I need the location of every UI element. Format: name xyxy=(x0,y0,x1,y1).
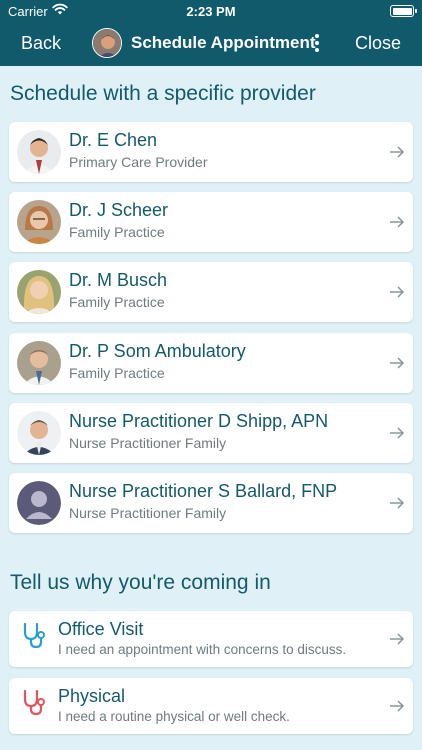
status-bar: Carrier 2:23 PM xyxy=(0,0,422,22)
reasons-section-title: Tell us why you're coming in xyxy=(10,571,271,594)
arrow-right-icon xyxy=(390,286,405,298)
page-title: Schedule Appointment xyxy=(131,33,316,52)
provider-card-busch[interactable]: Dr. M Busch Family Practice xyxy=(9,262,413,322)
reason-title: Physical xyxy=(58,686,126,706)
provider-specialty: Family Practice xyxy=(69,224,165,240)
reason-card-office-visit[interactable]: Office Visit I need an appointment with … xyxy=(9,611,413,667)
user-avatar[interactable] xyxy=(92,28,122,58)
reason-card-physical[interactable]: Physical I need a routine physical or we… xyxy=(9,678,413,734)
provider-card-chen[interactable]: Dr. E Chen Primary Care Provider xyxy=(9,122,413,182)
provider-specialty: Nurse Practitioner Family xyxy=(69,435,227,451)
provider-specialty: Family Practice xyxy=(69,365,165,381)
provider-name: Dr. J Scheer xyxy=(69,200,169,220)
provider-card-scheer[interactable]: Dr. J Scheer Family Practice xyxy=(9,192,413,252)
provider-name: Nurse Practitioner S Ballard, FNP xyxy=(69,481,338,501)
reason-description: I need an appointment with concerns to d… xyxy=(58,642,347,657)
more-options-icon[interactable] xyxy=(311,32,323,54)
stethoscope-icon xyxy=(23,622,45,649)
arrow-right-icon xyxy=(390,497,405,509)
provider-specialty: Family Practice xyxy=(69,294,165,310)
arrow-right-icon xyxy=(390,633,405,645)
provider-photo xyxy=(17,200,61,244)
battery-icon xyxy=(390,5,417,17)
provider-name: Dr. P Som Ambulatory xyxy=(69,341,246,361)
provider-name: Nurse Practitioner D Shipp, APN xyxy=(69,411,329,431)
arrow-right-icon xyxy=(390,216,405,228)
provider-card-som[interactable]: Dr. P Som Ambulatory Family Practice xyxy=(9,333,413,393)
provider-photo xyxy=(17,270,61,314)
provider-name: Dr. M Busch xyxy=(69,270,168,290)
stethoscope-icon xyxy=(23,689,45,716)
arrow-right-icon xyxy=(390,427,405,439)
user-photo-icon xyxy=(93,29,121,57)
close-button[interactable]: Close xyxy=(355,33,401,54)
app-header: Carrier 2:23 PM Back Schedule Appointmen… xyxy=(0,0,422,66)
reason-description: I need a routine physical or well check. xyxy=(58,709,290,724)
providers-section-title: Schedule with a specific provider xyxy=(10,82,316,105)
arrow-right-icon xyxy=(390,700,405,712)
arrow-right-icon xyxy=(390,357,405,369)
provider-photo xyxy=(17,341,61,385)
nav-bar: Back Schedule Appointment Close xyxy=(0,24,422,64)
provider-card-shipp[interactable]: Nurse Practitioner D Shipp, APN Nurse Pr… xyxy=(9,403,413,463)
provider-photo xyxy=(17,130,61,174)
back-button[interactable]: Back xyxy=(21,33,61,54)
status-time: 2:23 PM xyxy=(186,4,236,19)
provider-specialty: Primary Care Provider xyxy=(69,154,208,170)
provider-photo xyxy=(17,411,61,455)
provider-specialty: Nurse Practitioner Family xyxy=(69,505,227,521)
provider-card-ballard[interactable]: Nurse Practitioner S Ballard, FNP Nurse … xyxy=(9,473,413,533)
provider-name: Dr. E Chen xyxy=(69,130,158,150)
reason-title: Office Visit xyxy=(58,619,144,639)
arrow-right-icon xyxy=(390,146,405,158)
placeholder-avatar-icon xyxy=(17,481,61,525)
